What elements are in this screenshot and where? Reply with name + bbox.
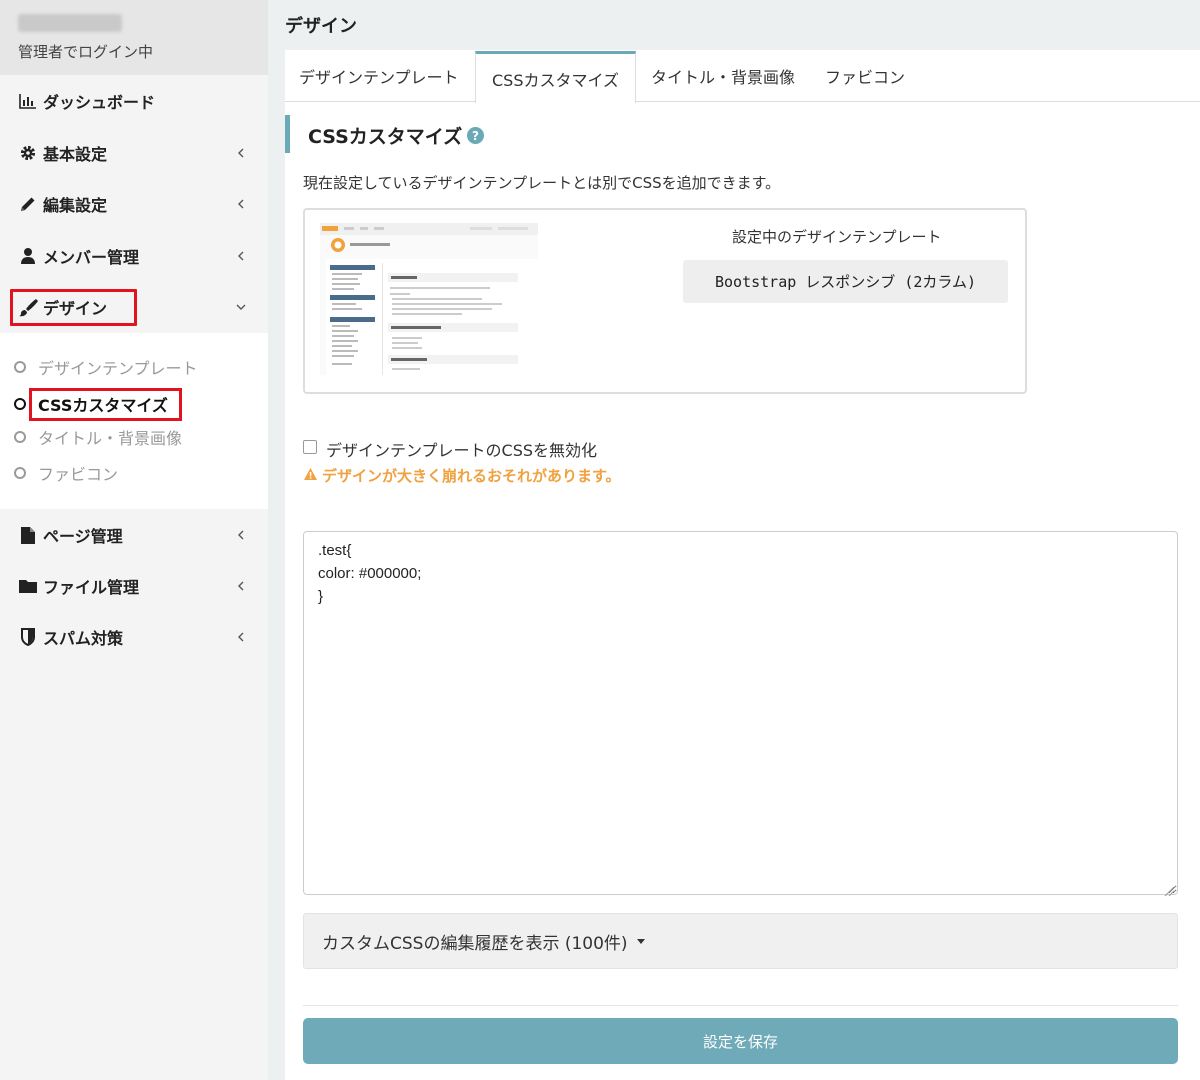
sidebar-item-members[interactable]: メンバー管理 [0, 234, 268, 278]
user-icon [18, 246, 38, 266]
chevron-down-icon [234, 300, 248, 314]
chevron-left-icon [234, 579, 248, 593]
sidebar-item-label: 編集設定 [43, 196, 108, 215]
warning-text: デザインが大きく崩れるおそれがあります。 [322, 467, 621, 485]
chevron-left-icon [234, 528, 248, 542]
caret-down-icon [636, 938, 645, 944]
warning-icon [303, 467, 318, 485]
highlight-box [29, 388, 182, 421]
user-name-redacted [18, 14, 122, 32]
gear-icon [18, 143, 38, 163]
css-history-toggle[interactable]: カスタムCSSの編集履歴を表示 (100件) [303, 913, 1178, 969]
tab-design-template[interactable]: デザインテンプレート [299, 50, 459, 102]
sidebar-item-label: メンバー管理 [43, 248, 140, 267]
subnav-label: タイトル・背景画像 [38, 429, 183, 448]
file-icon [18, 525, 38, 545]
subnav-design-template[interactable]: デザインテンプレート [0, 352, 268, 382]
sidebar-item-label: 基本設定 [43, 145, 108, 164]
sidebar: 管理者でログイン中 ダッシュボード 基本設定 編集設定 メンバー管理 デザイン … [0, 0, 268, 1080]
section-accent-bar [285, 115, 290, 153]
circle-icon [14, 398, 26, 410]
circle-icon [14, 431, 26, 443]
section-description: 現在設定しているデザインテンプレートとは別でCSSを追加できます。 [303, 174, 781, 192]
sidebar-item-label: ダッシュボード [43, 93, 156, 112]
subnav-label: ファビコン [38, 465, 119, 484]
chevron-left-icon [234, 249, 248, 263]
divider [303, 1005, 1178, 1006]
save-button[interactable]: 設定を保存 [303, 1018, 1178, 1064]
tab-css-customize[interactable]: CSSカスタマイズ [475, 51, 636, 103]
page-title: デザイン [285, 16, 357, 37]
sidebar-item-files[interactable]: ファイル管理 [0, 564, 268, 608]
chevron-left-icon [234, 146, 248, 160]
sidebar-item-label: スパム対策 [43, 629, 124, 648]
pencil-icon [18, 194, 38, 214]
shield-icon [18, 627, 38, 647]
sidebar-item-label: ページ管理 [43, 527, 123, 546]
highlight-box [10, 289, 137, 326]
current-template-label: 設定中のデザインテンプレート [732, 228, 942, 246]
custom-css-textarea[interactable]: .test{ color: #000000; } [303, 531, 1178, 895]
help-icon[interactable]: ? [467, 127, 484, 144]
main-header [268, 0, 1200, 50]
sidebar-item-label: ファイル管理 [43, 578, 140, 597]
chevron-left-icon [234, 630, 248, 644]
tab-title-background[interactable]: タイトル・背景画像 [651, 50, 795, 102]
subnav-title-background[interactable]: タイトル・背景画像 [0, 422, 268, 452]
chevron-left-icon [234, 197, 248, 211]
subnav-label: デザインテンプレート [38, 359, 198, 378]
template-preview-thumbnail [320, 223, 538, 375]
login-status: 管理者でログイン中 [18, 43, 154, 61]
sidebar-item-spam[interactable]: スパム対策 [0, 615, 268, 659]
circle-icon [14, 467, 26, 479]
circle-icon [14, 361, 26, 373]
history-label: カスタムCSSの編集履歴を表示 (100件) [322, 933, 628, 954]
section-title: CSSカスタマイズ [308, 126, 463, 148]
warning-message: デザインが大きく崩れるおそれがあります。 [303, 465, 621, 486]
folder-icon [18, 576, 38, 596]
sidebar-item-pages[interactable]: ページ管理 [0, 513, 268, 557]
bar-chart-icon [18, 91, 38, 111]
tab-favicon[interactable]: ファビコン [825, 50, 905, 102]
user-panel: 管理者でログイン中 [0, 0, 268, 75]
resize-handle-icon[interactable] [1163, 882, 1175, 897]
sidebar-item-dashboard[interactable]: ダッシュボード [0, 79, 268, 123]
subnav-favicon[interactable]: ファビコン [0, 458, 268, 488]
sidebar-item-edit-settings[interactable]: 編集設定 [0, 182, 268, 226]
disable-template-css-checkbox[interactable] [303, 440, 317, 454]
sidebar-item-basic-settings[interactable]: 基本設定 [0, 131, 268, 175]
current-template-value: Bootstrap レスポンシブ (2カラム) [683, 260, 1008, 303]
disable-template-css-label[interactable]: デザインテンプレートのCSSを無効化 [326, 437, 597, 461]
